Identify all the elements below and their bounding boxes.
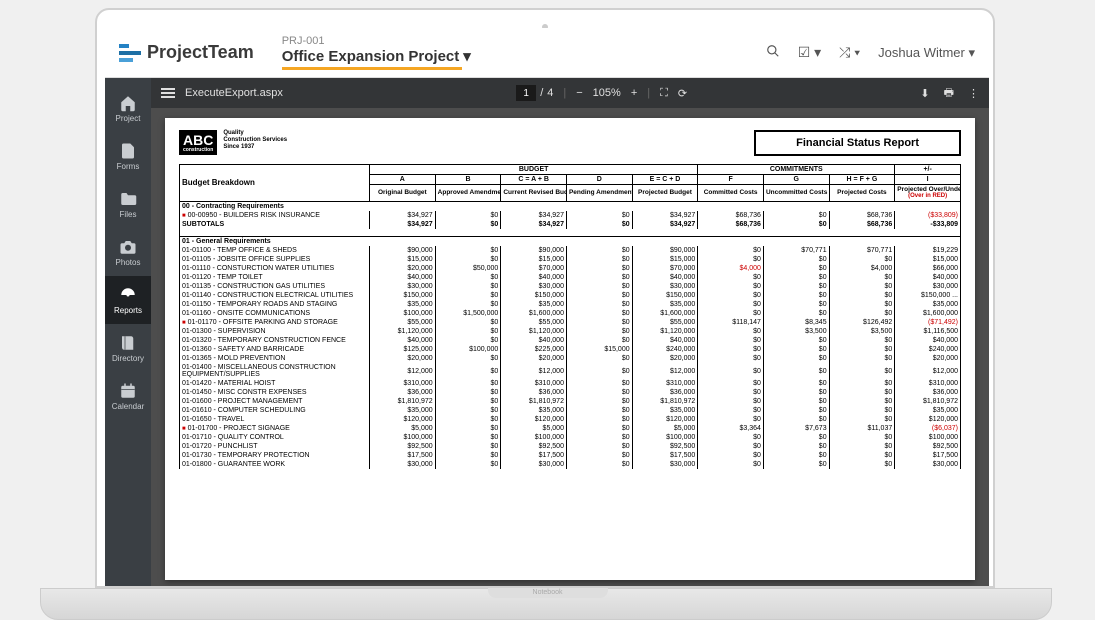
table-row: 01-01800 - GUARANTEE WORK bbox=[180, 460, 370, 469]
table-row: 01-01300 - SUPERVISION bbox=[180, 327, 370, 336]
brand-name: ProjectTeam bbox=[147, 42, 254, 63]
table-row: 01-01360 - SAFETY AND BARRICADE bbox=[180, 345, 370, 354]
sidebar-label: Directory bbox=[112, 354, 144, 363]
table-row: 01-01450 - MISC CONSTR EXPENSES bbox=[180, 388, 370, 397]
sidebar-item-files[interactable]: Files bbox=[105, 180, 151, 228]
zoom-level[interactable]: 105% bbox=[593, 87, 621, 99]
company-logo-sub: construction bbox=[179, 147, 217, 155]
caret-down-icon: ▾ bbox=[463, 47, 471, 65]
menu-icon[interactable] bbox=[161, 86, 175, 100]
table-row: 01-01600 - PROJECT MANAGEMENT bbox=[180, 397, 370, 406]
logo-icon bbox=[119, 44, 141, 62]
table-row: 00-00950 - BUILDERS RISK INSURANCE bbox=[180, 211, 370, 220]
gauge-icon bbox=[119, 286, 137, 304]
laptop-notch: Notebook bbox=[488, 588, 608, 598]
table-row: 01-01610 - COMPUTER SCHEDULING bbox=[180, 406, 370, 415]
table-row: 01-01650 - TRAVEL bbox=[180, 415, 370, 424]
sidebar-item-reports[interactable]: Reports bbox=[105, 276, 151, 324]
pdf-toolbar: ExecuteExport.aspx / 4 | − 105% + bbox=[151, 78, 989, 108]
sidebar-item-project[interactable]: Project bbox=[105, 84, 151, 132]
table-row: 01-01365 - MOLD PREVENTION bbox=[180, 354, 370, 363]
zoom-in-button[interactable]: + bbox=[631, 87, 637, 99]
table-row: 01-01730 - TEMPORARY PROTECTION bbox=[180, 451, 370, 460]
table-row: 01-01140 - CONSTRUCTION ELECTRICAL UTILI… bbox=[180, 291, 370, 300]
table-row: 01-01150 - TEMPORARY ROADS AND STAGING bbox=[180, 300, 370, 309]
company-logo-block: ABC construction QualityConstruction Ser… bbox=[179, 130, 287, 155]
sidebar-label: Calendar bbox=[112, 402, 144, 411]
sidebar-item-calendar[interactable]: Calendar bbox=[105, 372, 151, 420]
search-icon[interactable] bbox=[766, 44, 780, 61]
home-icon bbox=[119, 94, 137, 112]
check-dropdown-icon[interactable]: ☑ ▾ bbox=[798, 44, 821, 61]
zoom-out-button[interactable]: − bbox=[576, 87, 582, 99]
page-number-input[interactable] bbox=[516, 85, 536, 101]
table-row: 01-01170 - OFFSITE PARKING AND STORAGE bbox=[180, 318, 370, 327]
table-row: 01-01105 - JOBSITE OFFICE SUPPLIES bbox=[180, 255, 370, 264]
table-row: 01-01120 - TEMP TOILET bbox=[180, 273, 370, 282]
table-row: 01-01420 - MATERIAL HOIST bbox=[180, 379, 370, 388]
folder-icon bbox=[119, 190, 137, 208]
table-row: 01-01110 - CONSTURCTION WATER UTILITIES bbox=[180, 264, 370, 273]
user-menu[interactable]: Joshua Witmer ▾ bbox=[878, 45, 975, 61]
calendar-icon bbox=[119, 382, 137, 400]
app-logo[interactable]: ProjectTeam bbox=[119, 42, 254, 63]
table-row: 01-01720 - PUNCHLIST bbox=[180, 442, 370, 451]
divider: | bbox=[647, 87, 650, 99]
project-code: PRJ-001 bbox=[282, 35, 471, 47]
report-title: Financial Status Report bbox=[754, 130, 961, 156]
sidebar-label: Reports bbox=[114, 306, 142, 315]
sidebar-label: Project bbox=[116, 114, 141, 123]
project-name: Office Expansion Project bbox=[282, 48, 460, 65]
sidebar-label: Files bbox=[120, 210, 137, 219]
table-row: 01-01710 - QUALITY CONTROL bbox=[180, 433, 370, 442]
table-row: 01-01400 - MISCELLANEOUS CONSTRUCTION EQ… bbox=[180, 363, 370, 379]
table-row: 01-01100 - TEMP OFFICE & SHEDS bbox=[180, 246, 370, 255]
fit-page-icon[interactable]: ⛶ bbox=[660, 87, 668, 100]
report-page: ABC construction QualityConstruction Ser… bbox=[165, 118, 975, 580]
document-filename: ExecuteExport.aspx bbox=[185, 87, 283, 99]
company-tagline: QualityConstruction ServicesSince 1937 bbox=[223, 130, 287, 152]
doc-icon bbox=[119, 142, 137, 160]
table-row: 01-01160 - ONSITE COMMUNICATIONS bbox=[180, 309, 370, 318]
table-row: 01-01700 - PROJECT SIGNAGE bbox=[180, 424, 370, 433]
sidebar-label: Photos bbox=[116, 258, 141, 267]
left-sidebar: Project Forms Files Photos Reports Directory C… bbox=[105, 78, 151, 588]
shuffle-icon[interactable]: ⤮ ▾ bbox=[839, 44, 860, 61]
download-icon[interactable]: ⬇ bbox=[920, 87, 929, 100]
divider: | bbox=[563, 87, 566, 99]
rotate-icon[interactable]: ⟳ bbox=[678, 87, 687, 100]
project-selector[interactable]: PRJ-001 Office Expansion Project ▾ bbox=[282, 35, 471, 70]
top-bar: ProjectTeam PRJ-001 Office Expansion Pro… bbox=[105, 28, 989, 78]
page-separator: / bbox=[540, 87, 543, 99]
camera-icon bbox=[119, 238, 137, 256]
page-total: 4 bbox=[547, 87, 553, 99]
company-logo: ABC bbox=[179, 130, 217, 148]
budget-table: Budget BreakdownBUDGETCOMMITMENTS+/-ABC … bbox=[179, 164, 961, 469]
table-row: 01-01320 - TEMPORARY CONSTRUCTION FENCE bbox=[180, 336, 370, 345]
book-icon bbox=[119, 334, 137, 352]
sidebar-label: Forms bbox=[117, 162, 140, 171]
more-icon[interactable]: ⋮ bbox=[968, 87, 979, 100]
sidebar-item-photos[interactable]: Photos bbox=[105, 228, 151, 276]
sidebar-item-forms[interactable]: Forms bbox=[105, 132, 151, 180]
table-row: 01-01135 - CONSTRUCTION GAS UTILITIES bbox=[180, 282, 370, 291]
print-icon[interactable]: 🖶 bbox=[944, 84, 954, 103]
report-viewer: ExecuteExport.aspx / 4 | − 105% + bbox=[151, 78, 989, 588]
sidebar-item-directory[interactable]: Directory bbox=[105, 324, 151, 372]
